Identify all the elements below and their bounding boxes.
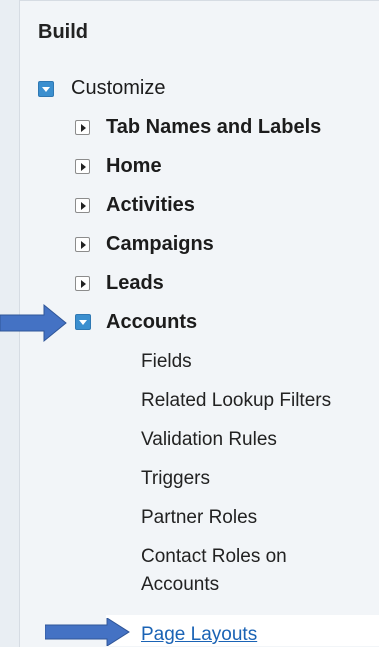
tab-names-expand-icon[interactable]	[75, 120, 90, 135]
sidebar-item-leads[interactable]: Leads	[106, 272, 164, 295]
accounts-child-page-layouts-link[interactable]: Page Layouts	[141, 624, 257, 646]
home-expand-icon[interactable]	[75, 159, 90, 174]
sidebar-item-campaigns[interactable]: Campaigns	[106, 233, 214, 256]
accounts-pointer-arrow-icon	[0, 303, 67, 343]
accounts-child-validation-rules[interactable]: Validation Rules	[141, 429, 277, 451]
leads-expand-icon[interactable]	[75, 276, 90, 291]
sidebar-item-accounts[interactable]: Accounts	[106, 311, 197, 334]
sidebar-item-activities[interactable]: Activities	[106, 194, 195, 217]
accounts-child-contact-roles-line1[interactable]: Contact Roles on	[141, 546, 287, 568]
campaigns-expand-icon[interactable]	[75, 237, 90, 252]
sidebar-item-customize[interactable]: Customize	[71, 77, 165, 100]
accounts-child-partner-roles[interactable]: Partner Roles	[141, 507, 257, 529]
accounts-expand-icon[interactable]	[75, 314, 91, 330]
accounts-child-related-lookup-filters[interactable]: Related Lookup Filters	[141, 390, 331, 412]
activities-expand-icon[interactable]	[75, 198, 90, 213]
sidebar-item-tab-names-and-labels[interactable]: Tab Names and Labels	[106, 116, 321, 139]
sidebar-item-home[interactable]: Home	[106, 155, 162, 178]
accounts-child-contact-roles-line2[interactable]: Accounts	[141, 574, 219, 596]
page-layouts-pointer-arrow-icon	[45, 618, 130, 646]
accounts-child-fields[interactable]: Fields	[141, 351, 192, 373]
accounts-child-triggers[interactable]: Triggers	[141, 468, 210, 490]
customize-expand-icon[interactable]	[38, 81, 54, 97]
build-section-title: Build	[38, 21, 88, 43]
